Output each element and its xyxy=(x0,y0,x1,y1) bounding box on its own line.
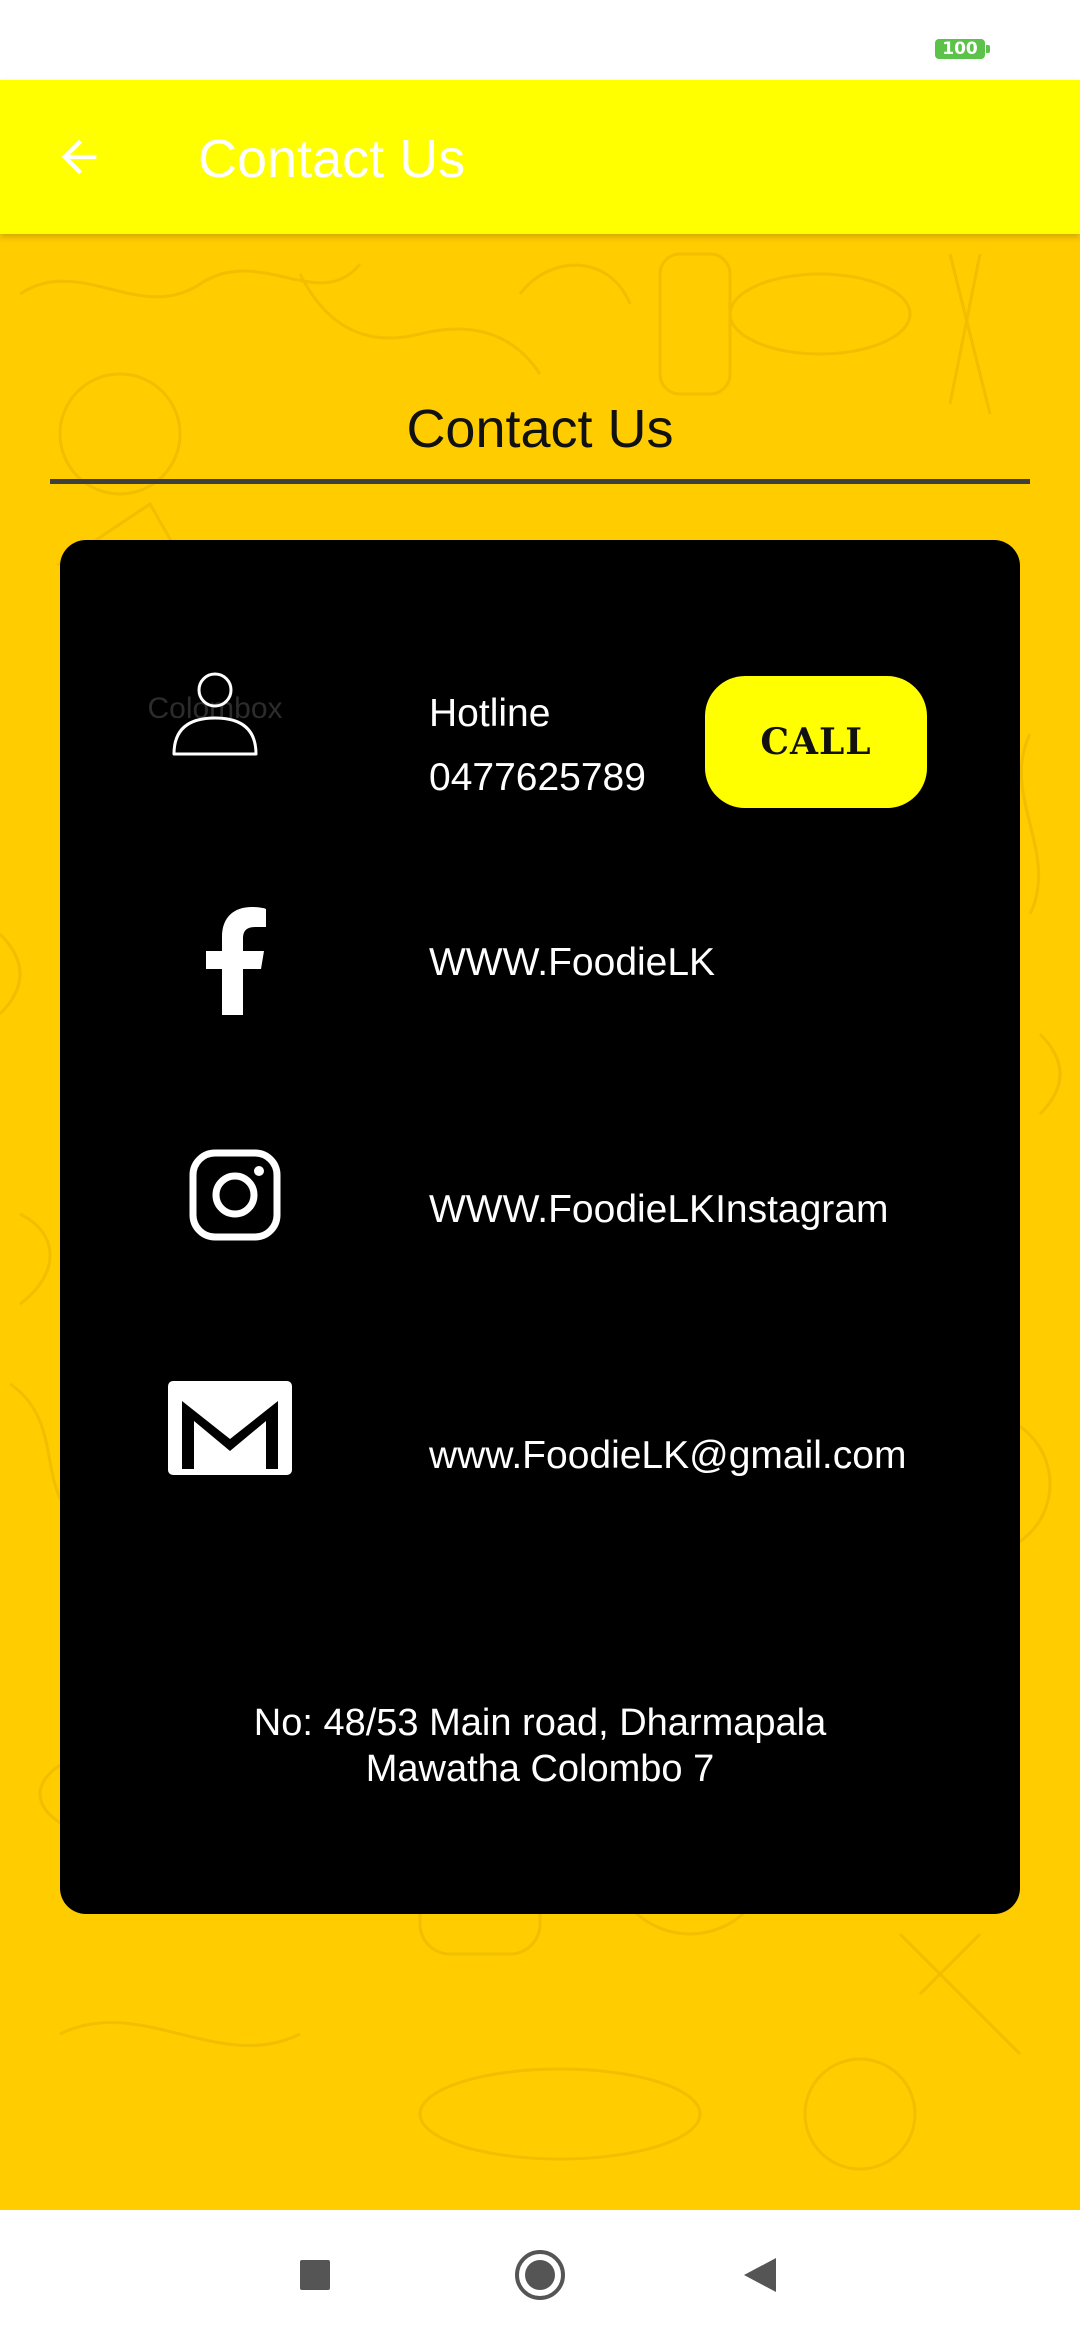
mail-icon-wrap[interactable] xyxy=(165,1378,295,1478)
app-bar-title: Contact Us xyxy=(198,129,466,189)
section-title: Contact Us xyxy=(406,399,674,459)
hotline-label: Hotline xyxy=(429,692,551,735)
contact-card: Colombox Hotline 0477625789 CALL WWW.Foo… xyxy=(60,540,1020,1914)
facebook-icon-wrap[interactable] xyxy=(180,900,290,1020)
home-button[interactable] xyxy=(495,2210,585,2340)
instagram-icon-wrap[interactable] xyxy=(180,1140,290,1250)
instagram-icon xyxy=(189,1149,281,1241)
back-nav-button[interactable] xyxy=(715,2210,805,2340)
battery-indicator: 100 xyxy=(935,39,990,59)
address: No: 48/53 Main road, Dharmapala Mawatha … xyxy=(60,1700,1020,1792)
system-nav-bar xyxy=(0,2210,1080,2340)
address-line-1: No: 48/53 Main road, Dharmapala xyxy=(253,1702,827,1744)
recents-button[interactable] xyxy=(270,2210,360,2340)
facebook-link[interactable]: WWW.FoodieLK xyxy=(429,939,715,987)
mail-icon xyxy=(168,1381,292,1475)
hotline-icon-wrap: Colombox xyxy=(140,660,290,770)
address-line-2: Mawatha Colombo 7 xyxy=(365,1748,715,1790)
call-button[interactable]: CALL xyxy=(705,676,927,808)
facebook-icon xyxy=(206,907,266,1015)
instagram-link[interactable]: WWW.FoodieLKInstagram xyxy=(429,1186,888,1234)
main-content: Contact Us Colombox Hotline 0477625789 C… xyxy=(0,234,1080,2210)
title-divider xyxy=(50,479,1030,484)
home-icon xyxy=(515,2250,565,2300)
recents-icon xyxy=(300,2260,330,2290)
hotline-number: 0477625789 xyxy=(429,756,646,799)
status-bar: 100 xyxy=(0,0,1080,80)
app-bar: Contact Us xyxy=(0,80,1080,234)
arrow-left-icon xyxy=(61,139,97,175)
user-icon xyxy=(172,672,258,756)
back-button[interactable] xyxy=(44,122,114,192)
email-link[interactable]: www.FoodieLK@gmail.com xyxy=(429,1432,906,1480)
back-icon xyxy=(744,2258,776,2292)
